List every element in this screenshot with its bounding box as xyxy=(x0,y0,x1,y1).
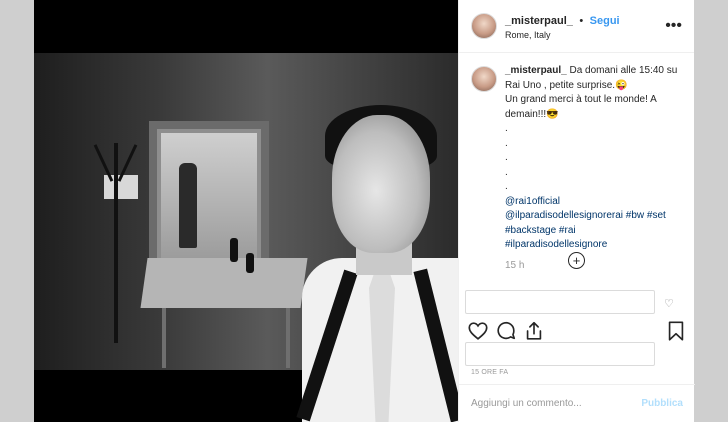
comment-placeholder-box xyxy=(465,290,655,314)
action-bar xyxy=(468,320,687,344)
mention-link[interactable]: @rai1official xyxy=(505,196,560,207)
caption-dot: . xyxy=(505,181,508,192)
post-media[interactable] xyxy=(34,0,458,422)
hashtag-link[interactable]: @ilparadisodellesignorerai #bw #set xyxy=(505,210,666,221)
mirror-reflection xyxy=(179,163,197,248)
separator-dot: • xyxy=(579,15,584,28)
heart-icon[interactable] xyxy=(467,320,489,342)
more-options-icon[interactable]: ••• xyxy=(665,17,682,35)
bottle xyxy=(230,238,238,262)
post-location[interactable]: Rome, Italy xyxy=(505,30,665,41)
caption-dot: . xyxy=(505,166,508,178)
post-header: _misterpaul_ • Segui Rome, Italy ••• xyxy=(459,0,694,53)
desk xyxy=(140,258,308,308)
publish-button[interactable]: Pubblica xyxy=(641,398,683,409)
man-face xyxy=(332,115,430,253)
mirror xyxy=(149,121,269,271)
hashtag-link[interactable]: #ilparadisodellesignore xyxy=(505,239,607,250)
caption-dot: . xyxy=(505,123,508,134)
bookmark-icon[interactable] xyxy=(665,320,687,342)
post-photo xyxy=(34,53,458,422)
hashtag-link[interactable]: #backstage #rai xyxy=(505,225,576,236)
caption-avatar[interactable] xyxy=(471,66,497,92)
likes-placeholder-box xyxy=(465,342,655,366)
caption-line-2: Un grand merci à tout le monde! A demain… xyxy=(505,94,657,120)
post-caption: _misterpaul_ Da domani alle 15:40 su Rai… xyxy=(471,64,686,273)
caption-dot: . xyxy=(505,152,508,163)
caption-username[interactable]: _misterpaul_ xyxy=(505,65,567,76)
comment-icon[interactable] xyxy=(495,320,517,342)
small-heart-icon[interactable]: ♡ xyxy=(664,297,674,310)
share-icon[interactable] xyxy=(523,320,545,342)
post-username[interactable]: _misterpaul_ xyxy=(505,15,573,27)
avatar[interactable] xyxy=(471,13,497,39)
follow-button[interactable]: Segui xyxy=(590,15,620,27)
caption-timestamp[interactable]: 15 h xyxy=(505,259,686,274)
add-circle-icon[interactable]: + xyxy=(568,252,585,269)
bottle xyxy=(246,253,254,273)
comment-input[interactable] xyxy=(471,398,642,409)
comment-form: Pubblica xyxy=(459,384,695,422)
coat-rack xyxy=(114,143,118,343)
caption-dot: . xyxy=(505,137,508,149)
post-sidebar: _misterpaul_ • Segui Rome, Italy ••• _mi… xyxy=(458,0,695,422)
post-modal: _misterpaul_ • Segui Rome, Italy ••• _mi… xyxy=(34,0,695,422)
post-time-ago[interactable]: 15 ORE FA xyxy=(471,369,508,376)
